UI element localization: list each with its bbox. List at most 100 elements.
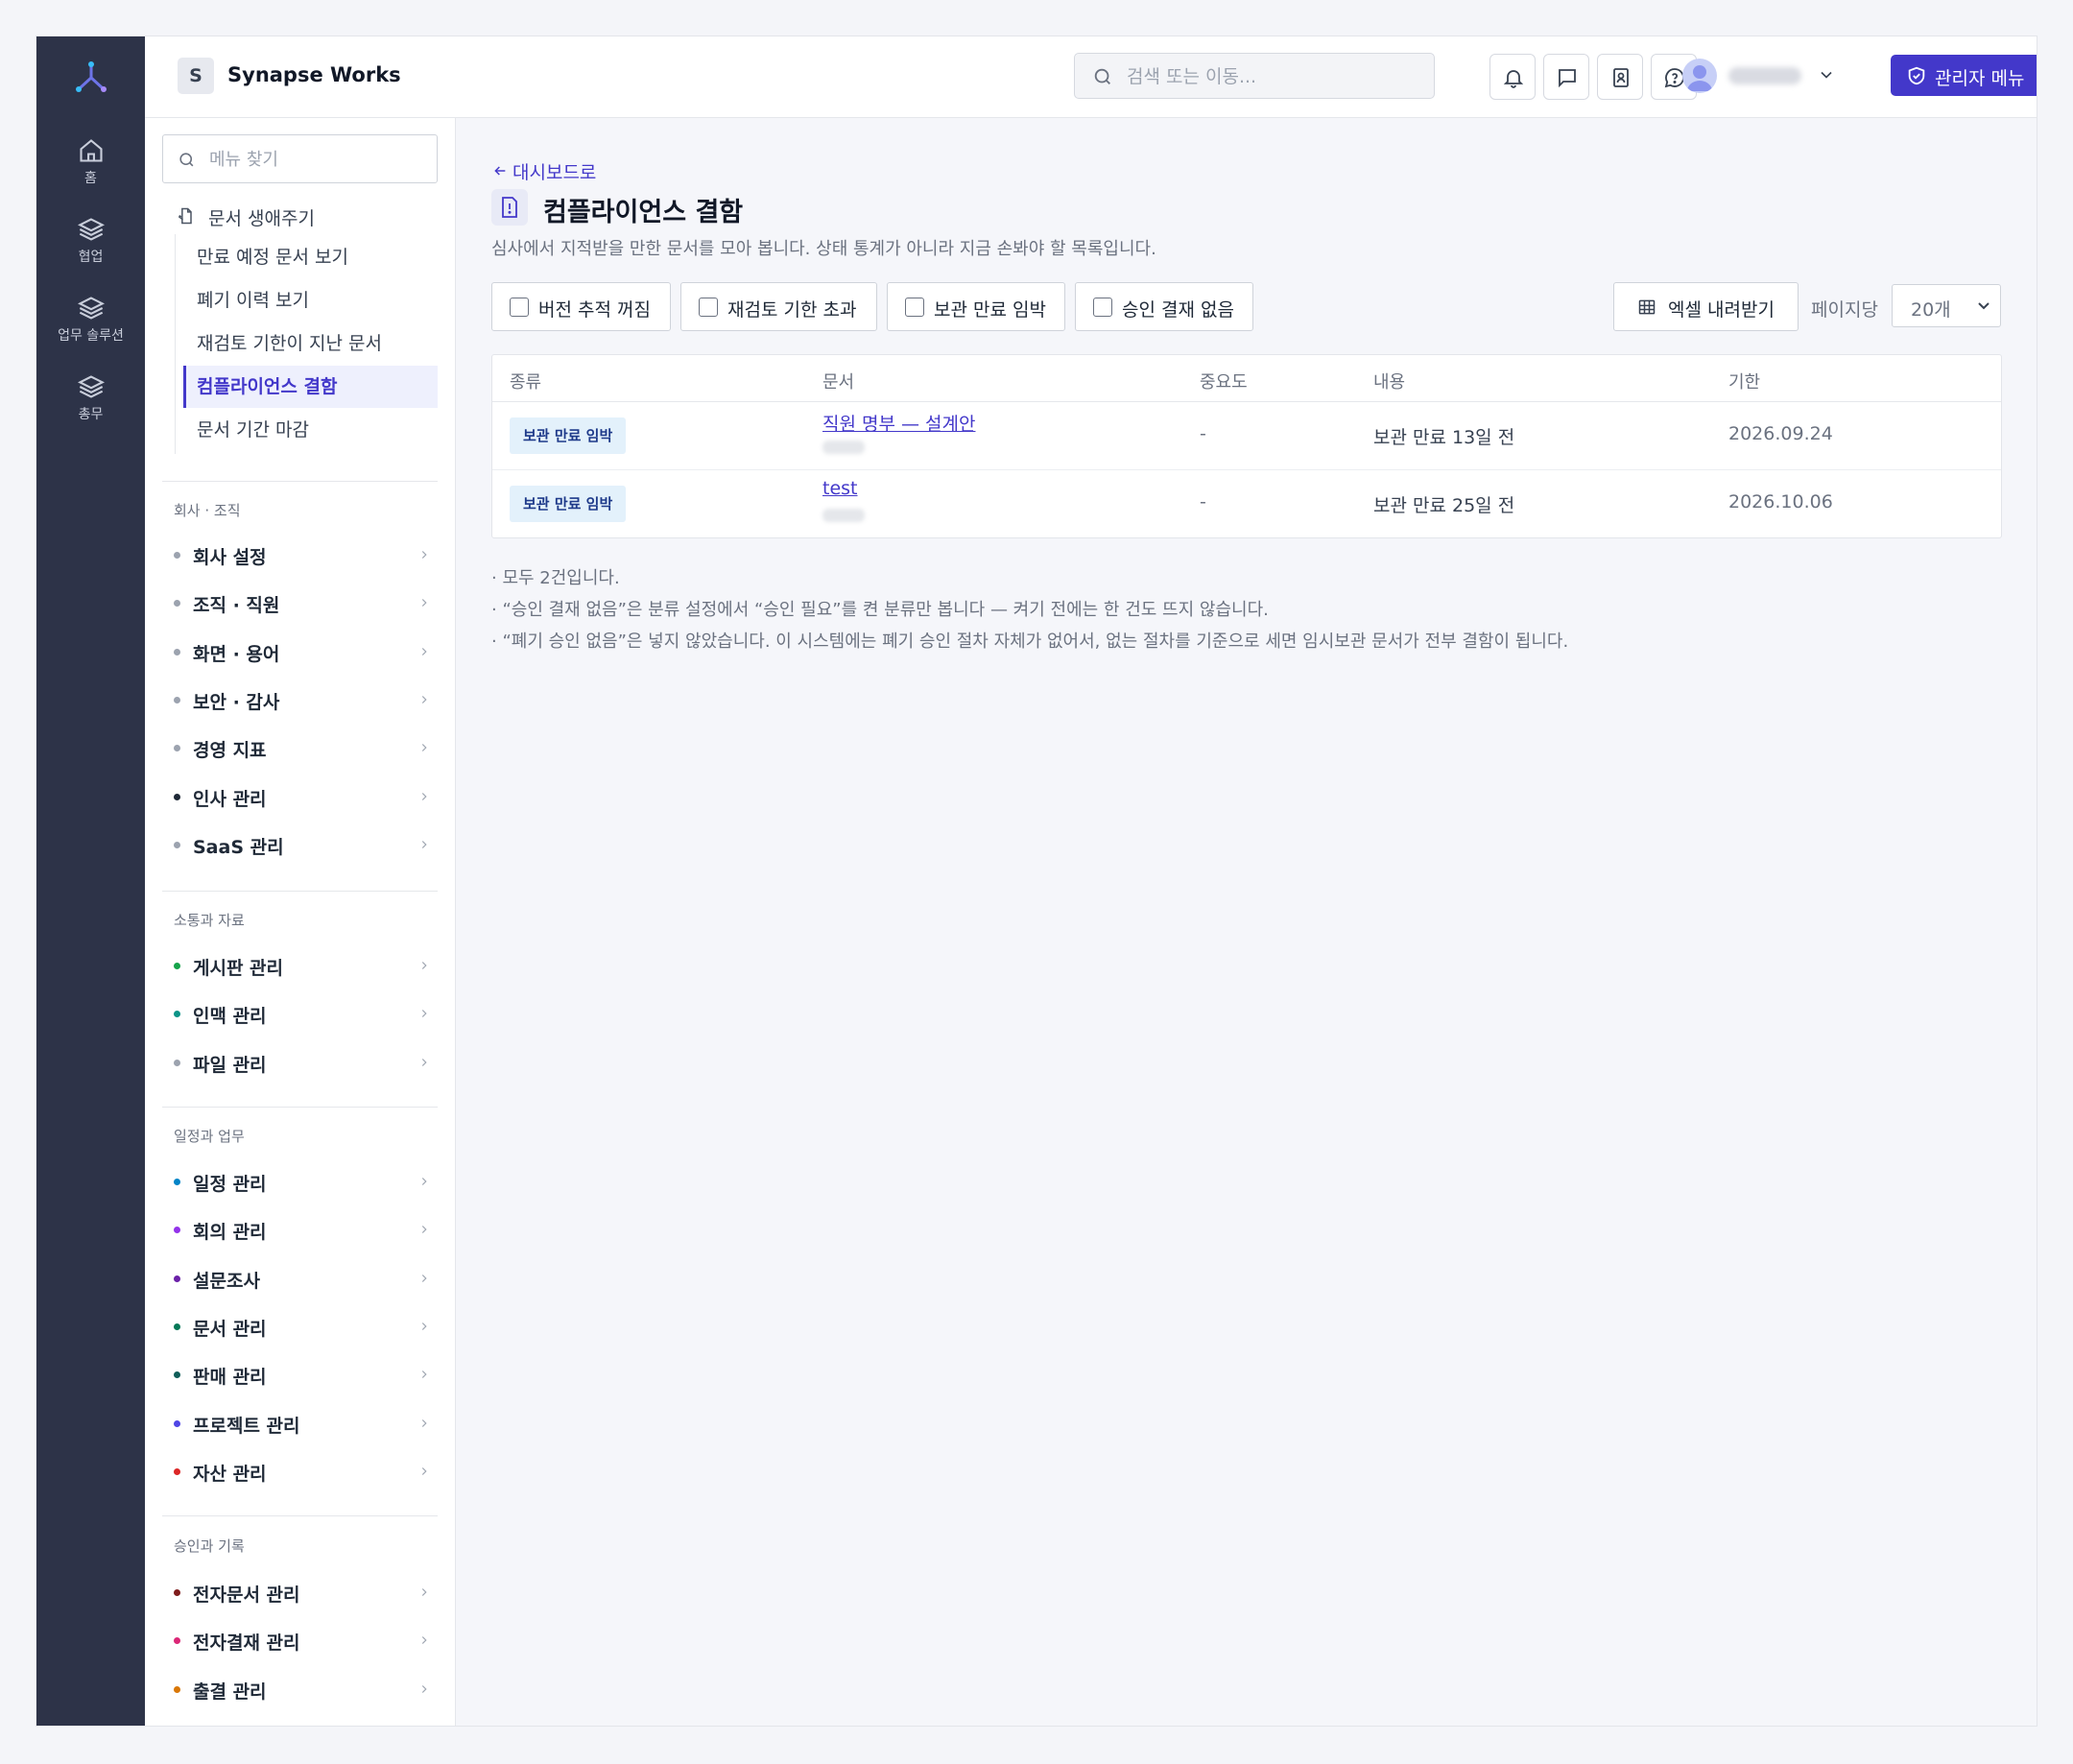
section-title: 일정과 업무 <box>174 1128 245 1145</box>
arrow-left-icon <box>494 166 506 176</box>
search-icon <box>1094 68 1110 84</box>
table-row[interactable]: 보관 만료 임박 test - 보관 만료 25일 전 2026.10.06 <box>492 470 2001 538</box>
lifecycle-item-review-overdue[interactable]: 재검토 기한이 지난 문서 <box>183 322 438 365</box>
chevron-right-icon <box>421 1636 427 1644</box>
color-dot <box>174 1637 180 1644</box>
document-meta-redacted <box>822 509 865 522</box>
menu-item[interactable]: SaaS 관리 <box>174 830 433 859</box>
workspace-badge[interactable]: S <box>178 58 214 94</box>
menu-search[interactable] <box>162 134 438 183</box>
menu-divider <box>162 481 438 482</box>
menu-item[interactable]: 출결 관리 <box>174 1675 433 1704</box>
document-link[interactable]: test <box>822 478 858 499</box>
menu-item[interactable]: 회사 설정 <box>174 540 433 569</box>
menu-item[interactable]: 판매 관리 <box>174 1360 433 1389</box>
color-dot <box>174 794 180 800</box>
rail-item-label: 홈 <box>84 171 97 186</box>
menu-item[interactable]: 전자결재 관리 <box>174 1626 433 1655</box>
color-dot <box>174 1179 180 1185</box>
rail-item-general-affairs[interactable]: 총무 <box>36 373 145 423</box>
menu-item[interactable]: 일정 관리 <box>174 1167 433 1196</box>
menu-item[interactable]: 문서 관리 <box>174 1312 433 1341</box>
section-title: 승인과 기록 <box>174 1538 245 1555</box>
global-search-input[interactable] <box>1127 63 1415 90</box>
color-dot <box>174 963 180 969</box>
table-row[interactable]: 보관 만료 임박 직원 명부 — 설계안 - 보관 만료 13일 전 2026.… <box>492 402 2001 470</box>
menu-item[interactable]: 프로젝트 관리 <box>174 1409 433 1438</box>
menu-item-label: 일정 관리 <box>193 1174 267 1195</box>
admin-menu-button[interactable]: 관리자 메뉴 <box>1891 55 2037 96</box>
menu-item-label: 판매 관리 <box>193 1367 267 1388</box>
filter-no-approval[interactable]: 승인 결재 없음 <box>1075 282 1253 331</box>
excel-download-button[interactable]: 엑셀 내려받기 <box>1613 282 1799 331</box>
menu-divider <box>162 891 438 892</box>
menu-item-label: SaaS 관리 <box>193 837 284 858</box>
filter-version-tracking-off[interactable]: 버전 추적 꺼짐 <box>491 282 671 331</box>
layers-icon <box>77 218 105 241</box>
menu-item[interactable]: 전자문서 관리 <box>174 1578 433 1607</box>
lifecycle-item-expiring[interactable]: 만료 예정 문서 보기 <box>183 236 438 278</box>
chevron-right-icon <box>421 793 427 800</box>
color-dot <box>174 1686 180 1693</box>
color-dot <box>174 1275 180 1282</box>
menu-item[interactable]: 인사 관리 <box>174 782 433 811</box>
app-logo-icon[interactable] <box>71 58 111 98</box>
menu-item[interactable]: 보안 · 감사 <box>174 685 433 714</box>
color-dot <box>174 745 180 751</box>
notifications-button[interactable] <box>1489 54 1536 100</box>
menu-item-label: 문서 관리 <box>193 1319 267 1340</box>
chevron-right-icon <box>421 551 427 559</box>
chevron-down-icon[interactable] <box>1817 65 1836 84</box>
messages-button[interactable] <box>1543 54 1589 100</box>
footnote: · “폐기 승인 없음”은 넣지 않았습니다. 이 시스템에는 폐기 승인 절차… <box>491 632 1569 652</box>
home-icon <box>79 139 103 162</box>
chat-icon <box>1559 69 1576 88</box>
menu-item[interactable]: 자산 관리 <box>174 1457 433 1486</box>
lifecycle-item-disposal-history[interactable]: 폐기 이력 보기 <box>183 279 438 322</box>
menu-item-label: 설문조사 <box>193 1271 260 1292</box>
rail-item-home[interactable]: 홈 <box>36 137 145 187</box>
menu-item[interactable]: 파일 관리 <box>174 1048 433 1077</box>
rail-item-collab[interactable]: 협업 <box>36 216 145 266</box>
checkbox[interactable] <box>905 298 924 317</box>
checkbox[interactable] <box>1093 298 1112 317</box>
contact-book-icon <box>1613 68 1629 87</box>
menu-item[interactable]: 게시판 관리 <box>174 951 433 980</box>
menu-item-label: 프로젝트 관리 <box>193 1416 300 1437</box>
workspace-name[interactable]: Synapse Works <box>227 63 401 86</box>
column-header: 문서 <box>822 372 855 393</box>
checkbox[interactable] <box>510 298 529 317</box>
color-dot <box>174 1371 180 1378</box>
global-search[interactable] <box>1074 53 1435 99</box>
lifecycle-item-compliance-defects[interactable]: 컴플라이언스 결함 <box>183 366 438 408</box>
search-icon <box>179 153 194 167</box>
menu-item-label: 경영 지표 <box>193 740 267 761</box>
filter-review-overdue[interactable]: 재검토 기한 초과 <box>680 282 877 331</box>
menu-item[interactable]: 설문조사 <box>174 1264 433 1293</box>
rail-item-label: 업무 솔루션 <box>58 328 124 344</box>
lifecycle-item-period-closing[interactable]: 문서 기간 마감 <box>183 409 438 451</box>
admin-menu-label: 관리자 메뉴 <box>1935 68 2025 89</box>
menu-item[interactable]: 경영 지표 <box>174 733 433 762</box>
menu-item-label: 전자문서 관리 <box>193 1585 300 1606</box>
filter-retention-expiring[interactable]: 보관 만료 임박 <box>887 282 1065 331</box>
page-size-select[interactable]: 20개 <box>1892 284 2001 327</box>
menu-item[interactable]: 조직 · 직원 <box>174 588 433 617</box>
checkbox[interactable] <box>699 298 718 317</box>
document-link[interactable]: 직원 명부 — 설계안 <box>822 410 975 436</box>
column-header: 내용 <box>1373 372 1406 393</box>
type-badge: 보관 만료 임박 <box>510 417 627 454</box>
menu-item[interactable]: 인맥 관리 <box>174 999 433 1028</box>
menu-item[interactable]: 화면 · 용어 <box>174 637 433 666</box>
color-dot <box>174 842 180 848</box>
contacts-button[interactable] <box>1597 54 1643 100</box>
menu-item[interactable]: 회의 관리 <box>174 1215 433 1244</box>
avatar[interactable] <box>1682 59 1717 93</box>
menu-item-label: 회의 관리 <box>193 1222 267 1243</box>
rail-item-solutions[interactable]: 업무 솔루션 <box>36 295 145 345</box>
menu-search-input[interactable] <box>209 147 420 172</box>
column-header: 종류 <box>510 372 542 393</box>
chevron-right-icon <box>421 696 427 703</box>
footnote: · “승인 결재 없음”은 분류 설정에서 “승인 필요”를 켠 분류만 봅니다… <box>491 600 1269 620</box>
color-dot <box>174 1589 180 1596</box>
